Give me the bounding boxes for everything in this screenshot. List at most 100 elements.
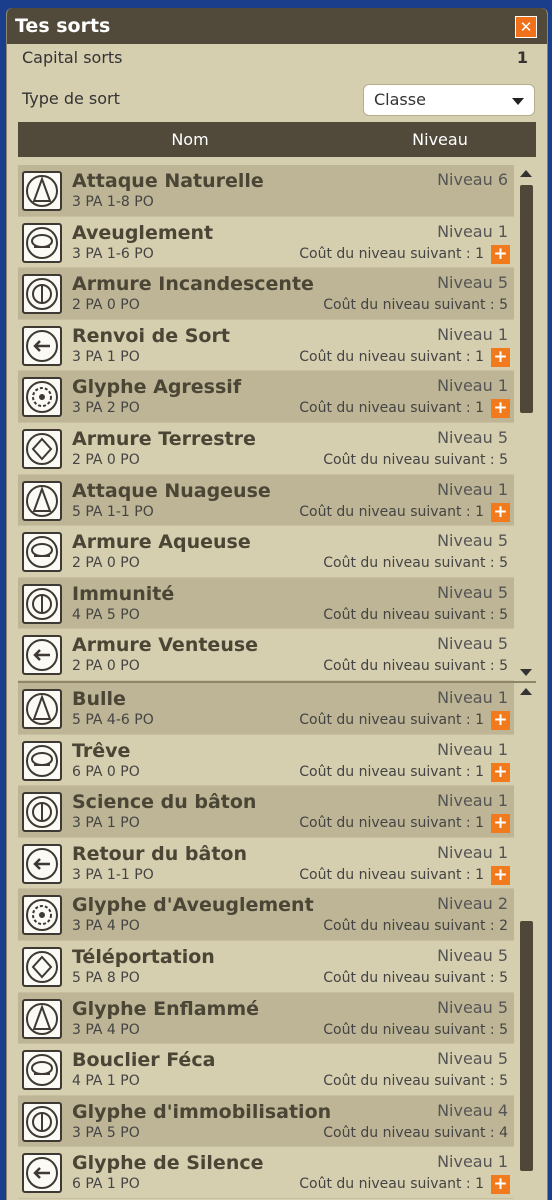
upgrade-spell-button[interactable]: + xyxy=(491,399,510,419)
spell-type-select[interactable]: Classe xyxy=(363,84,535,116)
next-level-cost: Coût du niveau suivant : 4 xyxy=(323,1124,508,1141)
spell-name: Attaque Naturelle xyxy=(72,170,264,192)
spell-name: Bouclier Féca xyxy=(72,1049,216,1072)
next-level-cost: Coût du niveau suivant : 5 xyxy=(323,658,508,675)
spell-stats: 2 PA 0 PO xyxy=(72,658,140,675)
spell-row[interactable]: Glyphe de Silence 6 PA 1 PO Niveau 1 Coût d… xyxy=(18,1147,514,1199)
scroll-up-arrow-icon[interactable] xyxy=(520,170,532,177)
spell-rows: Attaque Naturelle 3 PA 1-8 PO Niveau 6 Aveu… xyxy=(18,165,514,681)
spell-row[interactable]: Armure Terrestre 2 PA 0 PO Niveau 5 Coût du… xyxy=(18,422,514,475)
spell-type-selected: Classe xyxy=(374,90,426,109)
spell-stats: 2 PA 0 PO xyxy=(72,451,140,468)
immobilization-glyph-icon xyxy=(22,1101,62,1142)
spell-row[interactable]: Glyphe Enflammé 3 PA 4 PO Niveau 5 Coût du … xyxy=(18,992,514,1045)
spell-row[interactable]: Aveuglement 3 PA 1-6 PO Niveau 1 Coût du ni… xyxy=(18,216,514,269)
spell-row[interactable]: Renvoi de Sort 3 PA 1 PO Niveau 1 Coût du n… xyxy=(18,319,514,372)
spell-name: Immunité xyxy=(72,582,175,605)
spell-name: Glyphe Enflammé xyxy=(72,997,260,1020)
spell-name: Aveuglement xyxy=(72,221,214,244)
spell-name: Glyphe Agressif xyxy=(72,376,242,399)
spell-name: Armure Incandescente xyxy=(72,273,314,296)
earth-armor-icon xyxy=(22,428,62,469)
spell-level: Niveau 1 xyxy=(437,479,508,499)
water-armor-icon xyxy=(22,532,62,573)
upgrade-spell-button[interactable]: + xyxy=(491,814,510,834)
next-level-cost: Coût du niveau suivant : 5 xyxy=(323,555,508,572)
spell-name: Bulle xyxy=(72,688,126,710)
spell-row[interactable]: Armure Aqueuse 2 PA 0 PO Niveau 5 Coût du n… xyxy=(18,526,514,578)
column-header-name[interactable]: Nom xyxy=(18,130,362,149)
spell-level: Niveau 5 xyxy=(437,582,508,602)
spell-row[interactable]: Retour du bâton 3 PA 1-1 PO Niveau 1 Coût d… xyxy=(18,837,514,890)
spell-stats: 3 PA 1-1 PO xyxy=(72,866,154,883)
spell-row[interactable]: Glyphe Agressif 3 PA 2 PO Niveau 1 Coût du … xyxy=(18,371,514,423)
upgrade-spell-button[interactable]: + xyxy=(491,244,510,264)
spell-row[interactable]: Bouclier Féca 4 PA 1 PO Niveau 5 Coût du ni… xyxy=(18,1044,514,1096)
spell-stats: 5 PA 8 PO xyxy=(72,969,140,986)
spell-level: Niveau 5 xyxy=(437,997,508,1017)
scroll-down-arrow-icon[interactable] xyxy=(520,669,532,676)
table-header: Nom Niveau xyxy=(18,122,536,157)
next-level-cost: Coût du niveau suivant : 1 xyxy=(299,503,484,520)
spell-row[interactable]: Bulle 5 PA 4-6 PO Niveau 1 Coût du niveau s… xyxy=(18,683,514,735)
burning-glyph-icon xyxy=(22,998,62,1039)
staff-return-icon xyxy=(22,843,62,884)
upgrade-spell-button[interactable]: + xyxy=(491,711,510,730)
spell-stats: 3 PA 4 PO xyxy=(72,918,140,935)
upgrade-spell-button[interactable]: + xyxy=(491,762,510,782)
spell-row[interactable]: Immunité 4 PA 5 PO Niveau 5 Coût du niveau … xyxy=(18,577,514,630)
spell-row[interactable]: Glyphe d'immobilisation 3 PA 5 PO Niveau 4… xyxy=(18,1095,514,1148)
close-button[interactable]: ✕ xyxy=(515,16,537,38)
spell-name: Retour du bâton xyxy=(72,842,247,865)
spell-row[interactable]: Attaque Nuageuse 5 PA 1-1 PO Niveau 1 Coût … xyxy=(18,474,514,527)
spell-name: Glyphe de Silence xyxy=(72,1152,264,1175)
spell-capital: Capital sorts 1 xyxy=(22,48,532,70)
next-level-cost: Coût du niveau suivant : 5 xyxy=(323,969,508,986)
spell-row[interactable]: Glyphe d'Aveuglement 3 PA 4 PO Niveau 2 Coû… xyxy=(18,889,514,941)
spell-capital-value: 1 xyxy=(516,48,528,67)
spell-row[interactable]: Science du bâton 3 PA 1 PO Niveau 1 Coût du… xyxy=(18,786,514,838)
scroll-up-arrow-icon[interactable] xyxy=(520,688,532,695)
upgrade-spell-button[interactable]: + xyxy=(491,502,510,522)
upgrade-spell-button[interactable]: + xyxy=(491,865,510,885)
spell-row[interactable]: Trêve 6 PA 0 PO Niveau 1 Coût du niveau sui… xyxy=(18,734,514,787)
spell-name: Glyphe d'Aveuglement xyxy=(72,894,314,917)
bubble-icon xyxy=(22,689,62,729)
immunity-icon xyxy=(22,583,62,624)
next-level-cost: Coût du niveau suivant : 1 xyxy=(299,866,484,883)
scrollbar[interactable] xyxy=(516,683,536,1192)
spell-level: Niveau 1 xyxy=(437,688,508,707)
spell-type-row: Type de sort Classe xyxy=(22,84,535,116)
column-header-level[interactable]: Niveau xyxy=(362,130,518,149)
spell-level: Niveau 1 xyxy=(437,221,508,241)
spell-row[interactable]: Armure Venteuse 2 PA 0 PO Niveau 5 Coût du … xyxy=(18,629,514,681)
aggressive-glyph-icon xyxy=(22,377,62,418)
scroll-thumb[interactable] xyxy=(520,921,533,1171)
spell-stats: 2 PA 0 PO xyxy=(72,297,140,314)
window-titlebar: Tes sorts ✕ xyxy=(7,8,547,44)
spell-row[interactable]: Armure Incandescente 2 PA 0 PO Niveau 5 Coû… xyxy=(18,268,514,320)
fire-armor-icon xyxy=(22,274,62,315)
next-level-cost: Coût du niveau suivant : 1 xyxy=(299,815,484,832)
spell-name: Armure Venteuse xyxy=(72,634,259,657)
spell-row[interactable]: Attaque Naturelle 3 PA 1-8 PO Niveau 6 xyxy=(18,165,514,217)
spell-level: Niveau 1 xyxy=(437,739,508,759)
spell-name: Armure Aqueuse xyxy=(72,531,251,554)
spell-stats: 3 PA 1-6 PO xyxy=(72,245,154,262)
spell-row[interactable]: Téléportation 5 PA 8 PO Niveau 5 Coût du ni… xyxy=(18,940,514,993)
window-title: Tes sorts xyxy=(15,15,111,37)
upgrade-spell-button[interactable]: + xyxy=(491,347,510,367)
spell-stats: 6 PA 0 PO xyxy=(72,763,140,780)
next-level-cost: Coût du niveau suivant : 5 xyxy=(323,1021,508,1038)
next-level-cost: Coût du niveau suivant : 1 xyxy=(299,245,484,262)
scrollbar[interactable] xyxy=(516,165,536,681)
staff-science-icon xyxy=(22,792,62,833)
wind-armor-icon xyxy=(22,635,62,676)
silence-glyph-icon xyxy=(22,1153,62,1194)
natural-attack-icon xyxy=(22,171,62,211)
upgrade-spell-button[interactable]: + xyxy=(491,1175,510,1195)
spell-name: Téléportation xyxy=(72,945,215,968)
next-level-cost: Coût du niveau suivant : 1 xyxy=(299,348,484,365)
scroll-thumb[interactable] xyxy=(520,185,533,413)
spell-level: Niveau 1 xyxy=(437,1152,508,1172)
